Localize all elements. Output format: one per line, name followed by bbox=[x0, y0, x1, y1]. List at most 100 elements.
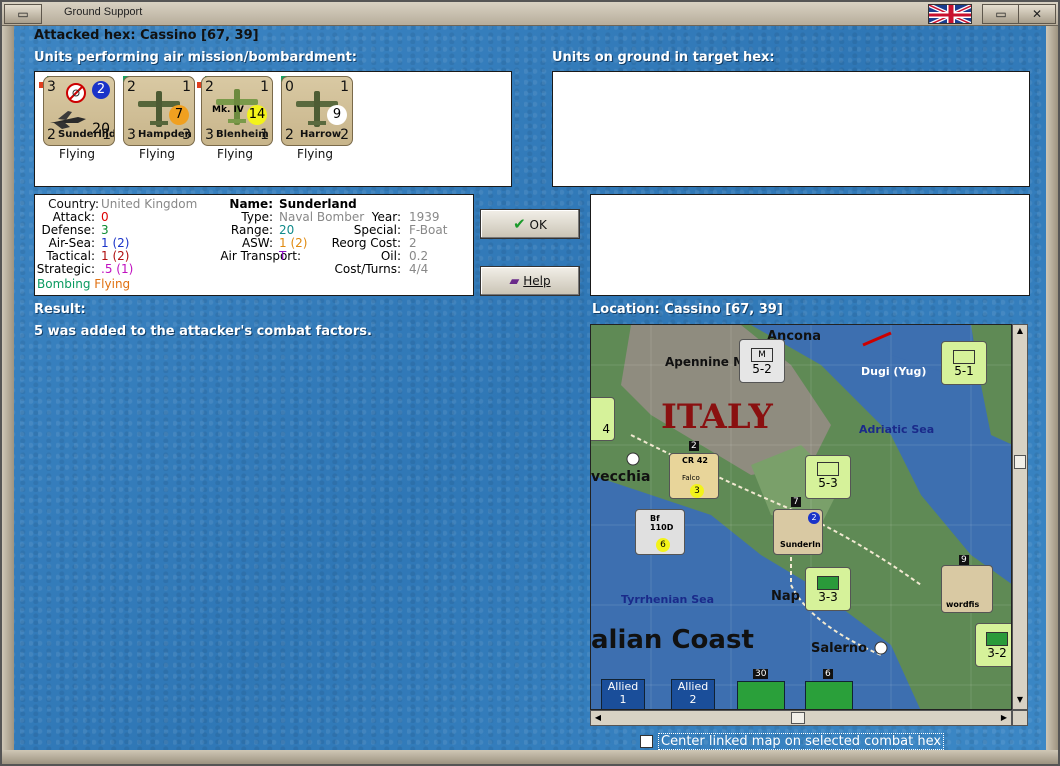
range-value: 7 bbox=[169, 105, 189, 125]
counter-value: 2 bbox=[340, 127, 349, 143]
scroll-down-icon[interactable]: ▼ bbox=[1014, 695, 1026, 707]
unit-counter[interactable]: 3 2 20 2 Sunderlnd 1 bbox=[43, 76, 115, 146]
location-label: Location: Cassino [67, 39] bbox=[592, 302, 783, 317]
air-unit-card[interactable]: 0 1 9 2 Harrow 2 Flying bbox=[277, 76, 353, 161]
info-key: Air-Sea: bbox=[48, 236, 95, 250]
air-counter-name: wordfis bbox=[946, 600, 980, 609]
close-button[interactable]: ✕ bbox=[1018, 4, 1056, 24]
unit-counter[interactable]: 0 1 9 2 Harrow 2 bbox=[281, 76, 353, 146]
scroll-thumb[interactable] bbox=[1014, 455, 1026, 469]
info-key: Special: bbox=[353, 223, 401, 237]
allied-stack-2[interactable]: Allied 2 bbox=[671, 679, 715, 709]
scroll-up-icon[interactable]: ▲ bbox=[1014, 326, 1026, 338]
city-icon bbox=[626, 452, 640, 466]
map-air-counter[interactable] bbox=[737, 681, 785, 709]
strategic-paren: (1) bbox=[116, 262, 134, 276]
center-map-checkbox[interactable] bbox=[640, 735, 653, 748]
map-label-dugi: Dugi (Yug) bbox=[861, 365, 927, 378]
ok-label: OK bbox=[529, 218, 547, 232]
ground-units-label: Units on ground in target hex: bbox=[552, 50, 775, 65]
minimize-button[interactable]: ▭ bbox=[4, 4, 42, 24]
map-unit-counter[interactable]: 4 bbox=[591, 397, 615, 441]
map-unit-counter[interactable]: M 5-2 bbox=[739, 339, 785, 383]
counter-value: 2 bbox=[205, 79, 214, 95]
map-horizontal-scrollbar[interactable]: ◀ ▶ bbox=[590, 710, 1012, 726]
info-key: ASW: bbox=[241, 236, 273, 250]
counter-value: 0 bbox=[285, 79, 294, 95]
air-unit-card[interactable]: 2 1 Mk. IV 14 3 Blenheim 1 Flying bbox=[197, 76, 273, 161]
map-unit-counter[interactable]: 3-3 bbox=[805, 567, 851, 611]
map-unit-counter[interactable]: 3-2 bbox=[975, 623, 1011, 667]
help-book-icon: ▰ bbox=[509, 274, 520, 289]
info-key: Defense: bbox=[41, 223, 95, 237]
map-label-coast: alian Coast bbox=[591, 625, 754, 655]
map-unit-counter[interactable]: 5-1 bbox=[941, 341, 987, 385]
allied-stack-1[interactable]: Allied 1 bbox=[601, 679, 645, 709]
map-air-counter[interactable]: wordfis bbox=[941, 565, 993, 613]
unit-strength: 5-1 bbox=[954, 364, 974, 378]
unit-status: Flying bbox=[297, 147, 333, 161]
counter-value: 1 bbox=[102, 127, 111, 143]
map-air-counter[interactable]: Bf 110D 6 bbox=[635, 509, 685, 555]
counter-value: 3 bbox=[182, 127, 191, 143]
mission-badge: 2 bbox=[808, 512, 820, 524]
stack-label: Allied bbox=[677, 680, 709, 693]
range-info-value: 20 bbox=[279, 223, 295, 237]
tactical-paren: (2) bbox=[112, 249, 130, 263]
map-air-counter[interactable]: Sunderln 2 bbox=[773, 509, 823, 555]
unit-counter[interactable]: 2 1 Mk. IV 14 3 Blenheim 1 bbox=[201, 76, 273, 146]
attacked-hex-label: Attacked hex: Cassino [67, 39] bbox=[34, 28, 259, 43]
air-unit-card[interactable]: 3 2 20 2 Sunderlnd 1 Flying bbox=[39, 76, 115, 161]
restore-button[interactable]: ▭ bbox=[982, 4, 1020, 24]
scroll-corner bbox=[1012, 710, 1028, 726]
unit-strength: 5-3 bbox=[818, 476, 838, 490]
air-units-panel: 3 2 20 2 Sunderlnd 1 Flying 2 1 7 3 Hamp… bbox=[34, 71, 512, 187]
unit-strength: 3-3 bbox=[818, 590, 838, 604]
unit-name: Harrow bbox=[300, 129, 342, 140]
stack-count: 2 bbox=[689, 441, 699, 451]
unit-status: Flying bbox=[217, 147, 253, 161]
target-info-panel bbox=[590, 194, 1030, 296]
map-label-italy: ITALY bbox=[661, 397, 773, 437]
ok-button[interactable]: ✔ OK bbox=[480, 209, 580, 239]
scroll-thumb[interactable] bbox=[791, 712, 805, 724]
map-label-salerno: Salerno bbox=[811, 641, 868, 656]
help-button[interactable]: ▰ Help bbox=[480, 266, 580, 296]
check-icon: ✔ bbox=[513, 215, 526, 233]
range-value: 9 bbox=[327, 105, 347, 125]
air-unit-card[interactable]: 2 1 7 3 Hampden 3 Flying bbox=[119, 76, 195, 161]
hex-map[interactable]: Ancona Apennine M Dugi (Yug) ITALY Adria… bbox=[590, 324, 1012, 710]
ground-support-window: ▭ Ground Support ▭ ✕ Attacked hex: Cassi… bbox=[0, 0, 1060, 766]
airsea-paren: (2) bbox=[112, 236, 130, 250]
counter-value: 3 bbox=[127, 127, 136, 143]
city-icon bbox=[874, 641, 888, 655]
info-key: Type: bbox=[241, 210, 273, 224]
stack-count: 30 bbox=[753, 669, 769, 679]
map-label-tyrrhenian: Tyrrhenian Sea bbox=[621, 593, 715, 606]
air-units-label: Units performing air mission/bombardment… bbox=[34, 50, 358, 65]
unit-counter[interactable]: 2 1 7 3 Hampden 3 bbox=[123, 76, 195, 146]
tactical-value: 1 bbox=[101, 249, 109, 263]
stack-count: 9 bbox=[959, 555, 969, 565]
map-vertical-scrollbar[interactable]: ▲ ▼ bbox=[1012, 324, 1028, 710]
bottom-frame bbox=[2, 750, 1058, 764]
range-badge: 6 bbox=[656, 538, 670, 552]
air-counter-name: Bf 110D bbox=[650, 514, 674, 532]
map-air-counter[interactable] bbox=[805, 681, 853, 709]
defense-value: 3 bbox=[101, 223, 109, 237]
unit-strength: 5-2 bbox=[752, 362, 772, 376]
scroll-right-icon[interactable]: ▶ bbox=[998, 711, 1010, 725]
map-label-vecchia: vecchia bbox=[591, 469, 651, 485]
info-key: Tactical: bbox=[46, 249, 95, 263]
scroll-left-icon[interactable]: ◀ bbox=[592, 711, 604, 725]
oil-value: 0.2 bbox=[409, 249, 429, 263]
info-key: Attack: bbox=[52, 210, 95, 224]
mark-label: Mk. IV bbox=[212, 105, 244, 115]
info-key: Name: bbox=[229, 197, 273, 211]
counter-value: 2 bbox=[47, 127, 56, 143]
map-unit-counter[interactable]: 5-3 bbox=[805, 455, 851, 499]
map-air-counter[interactable]: CR 42 Falco 3 bbox=[669, 453, 719, 499]
stack-count: 7 bbox=[791, 497, 801, 507]
info-key: Oil: bbox=[380, 249, 401, 263]
center-map-label[interactable]: Center linked map on selected combat hex bbox=[658, 733, 945, 750]
